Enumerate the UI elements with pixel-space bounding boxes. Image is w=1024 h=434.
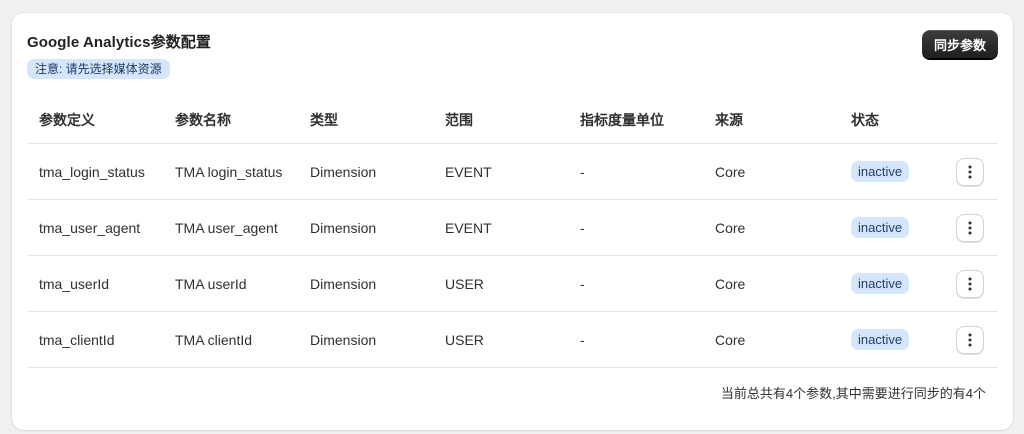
vertical-ellipsis-icon: [968, 333, 972, 346]
status-cell: inactive: [851, 256, 910, 311]
param-unit: -: [580, 219, 585, 236]
status-cell: inactive: [851, 312, 910, 367]
table-header: 参数定义 参数名称 类型 范围 指标度量单位 来源 状态: [27, 97, 998, 144]
vertical-ellipsis-icon: [968, 165, 972, 178]
row-menu-button[interactable]: [956, 213, 984, 242]
row-menu-button[interactable]: [956, 157, 984, 186]
table-row: tma_user_agent TMA user_agent Dimension …: [27, 200, 998, 256]
ga-params-card: Google Analytics参数配置 注意: 请先选择媒体资源 同步参数 参…: [12, 13, 1013, 430]
notice-badge: 注意: 请先选择媒体资源: [27, 59, 170, 79]
row-menu-button[interactable]: [956, 325, 984, 354]
param-unit: -: [580, 275, 585, 292]
vertical-ellipsis-icon: [968, 277, 972, 290]
status-cell: inactive: [851, 200, 910, 255]
column-header-definition: 参数定义: [39, 112, 95, 128]
param-source: Core: [715, 163, 746, 180]
vertical-ellipsis-icon: [968, 221, 972, 234]
param-type: Dimension: [310, 219, 377, 236]
param-unit: -: [580, 331, 585, 348]
param-name: TMA userId: [175, 275, 247, 292]
column-header-type: 类型: [310, 112, 338, 128]
param-source: Core: [715, 275, 746, 292]
row-actions: [956, 256, 984, 311]
param-name: TMA user_agent: [175, 219, 278, 236]
param-definition: tma_login_status: [39, 163, 145, 180]
param-scope: EVENT: [445, 163, 492, 180]
param-source: Core: [715, 219, 746, 236]
column-header-unit: 指标度量单位: [580, 112, 664, 128]
status-badge: inactive: [851, 273, 910, 294]
param-name: TMA clientId: [175, 331, 253, 348]
param-scope: EVENT: [445, 219, 492, 236]
params-summary: 当前总共有4个参数,其中需要进行同步的有4个: [720, 386, 986, 401]
param-scope: USER: [445, 275, 484, 292]
table-row: tma_userId TMA userId Dimension USER - C…: [27, 256, 998, 312]
column-header-name: 参数名称: [175, 112, 231, 128]
param-unit: -: [580, 163, 585, 180]
param-scope: USER: [445, 331, 484, 348]
table-row: tma_login_status TMA login_status Dimens…: [27, 144, 998, 200]
column-header-status: 状态: [851, 112, 879, 128]
row-actions: [956, 312, 984, 367]
param-type: Dimension: [310, 163, 377, 180]
param-definition: tma_clientId: [39, 331, 115, 348]
status-badge: inactive: [851, 217, 910, 238]
status-badge: inactive: [851, 329, 910, 350]
column-header-source: 来源: [715, 112, 743, 128]
param-source: Core: [715, 331, 746, 348]
params-table: 参数定义 参数名称 类型 范围 指标度量单位 来源 状态 tma_login_s…: [27, 97, 998, 368]
row-actions: [956, 200, 984, 255]
param-definition: tma_user_agent: [39, 219, 141, 236]
status-badge: inactive: [851, 161, 910, 182]
column-header-scope: 范围: [445, 112, 473, 128]
param-name: TMA login_status: [175, 163, 283, 180]
page-title: Google Analytics参数配置: [27, 34, 211, 51]
row-actions: [956, 144, 984, 199]
row-menu-button[interactable]: [956, 269, 984, 298]
sync-params-button[interactable]: 同步参数: [922, 30, 998, 58]
table-row: tma_clientId TMA clientId Dimension USER…: [27, 312, 998, 368]
param-type: Dimension: [310, 275, 377, 292]
param-definition: tma_userId: [39, 275, 110, 292]
status-cell: inactive: [851, 144, 910, 199]
param-type: Dimension: [310, 331, 377, 348]
